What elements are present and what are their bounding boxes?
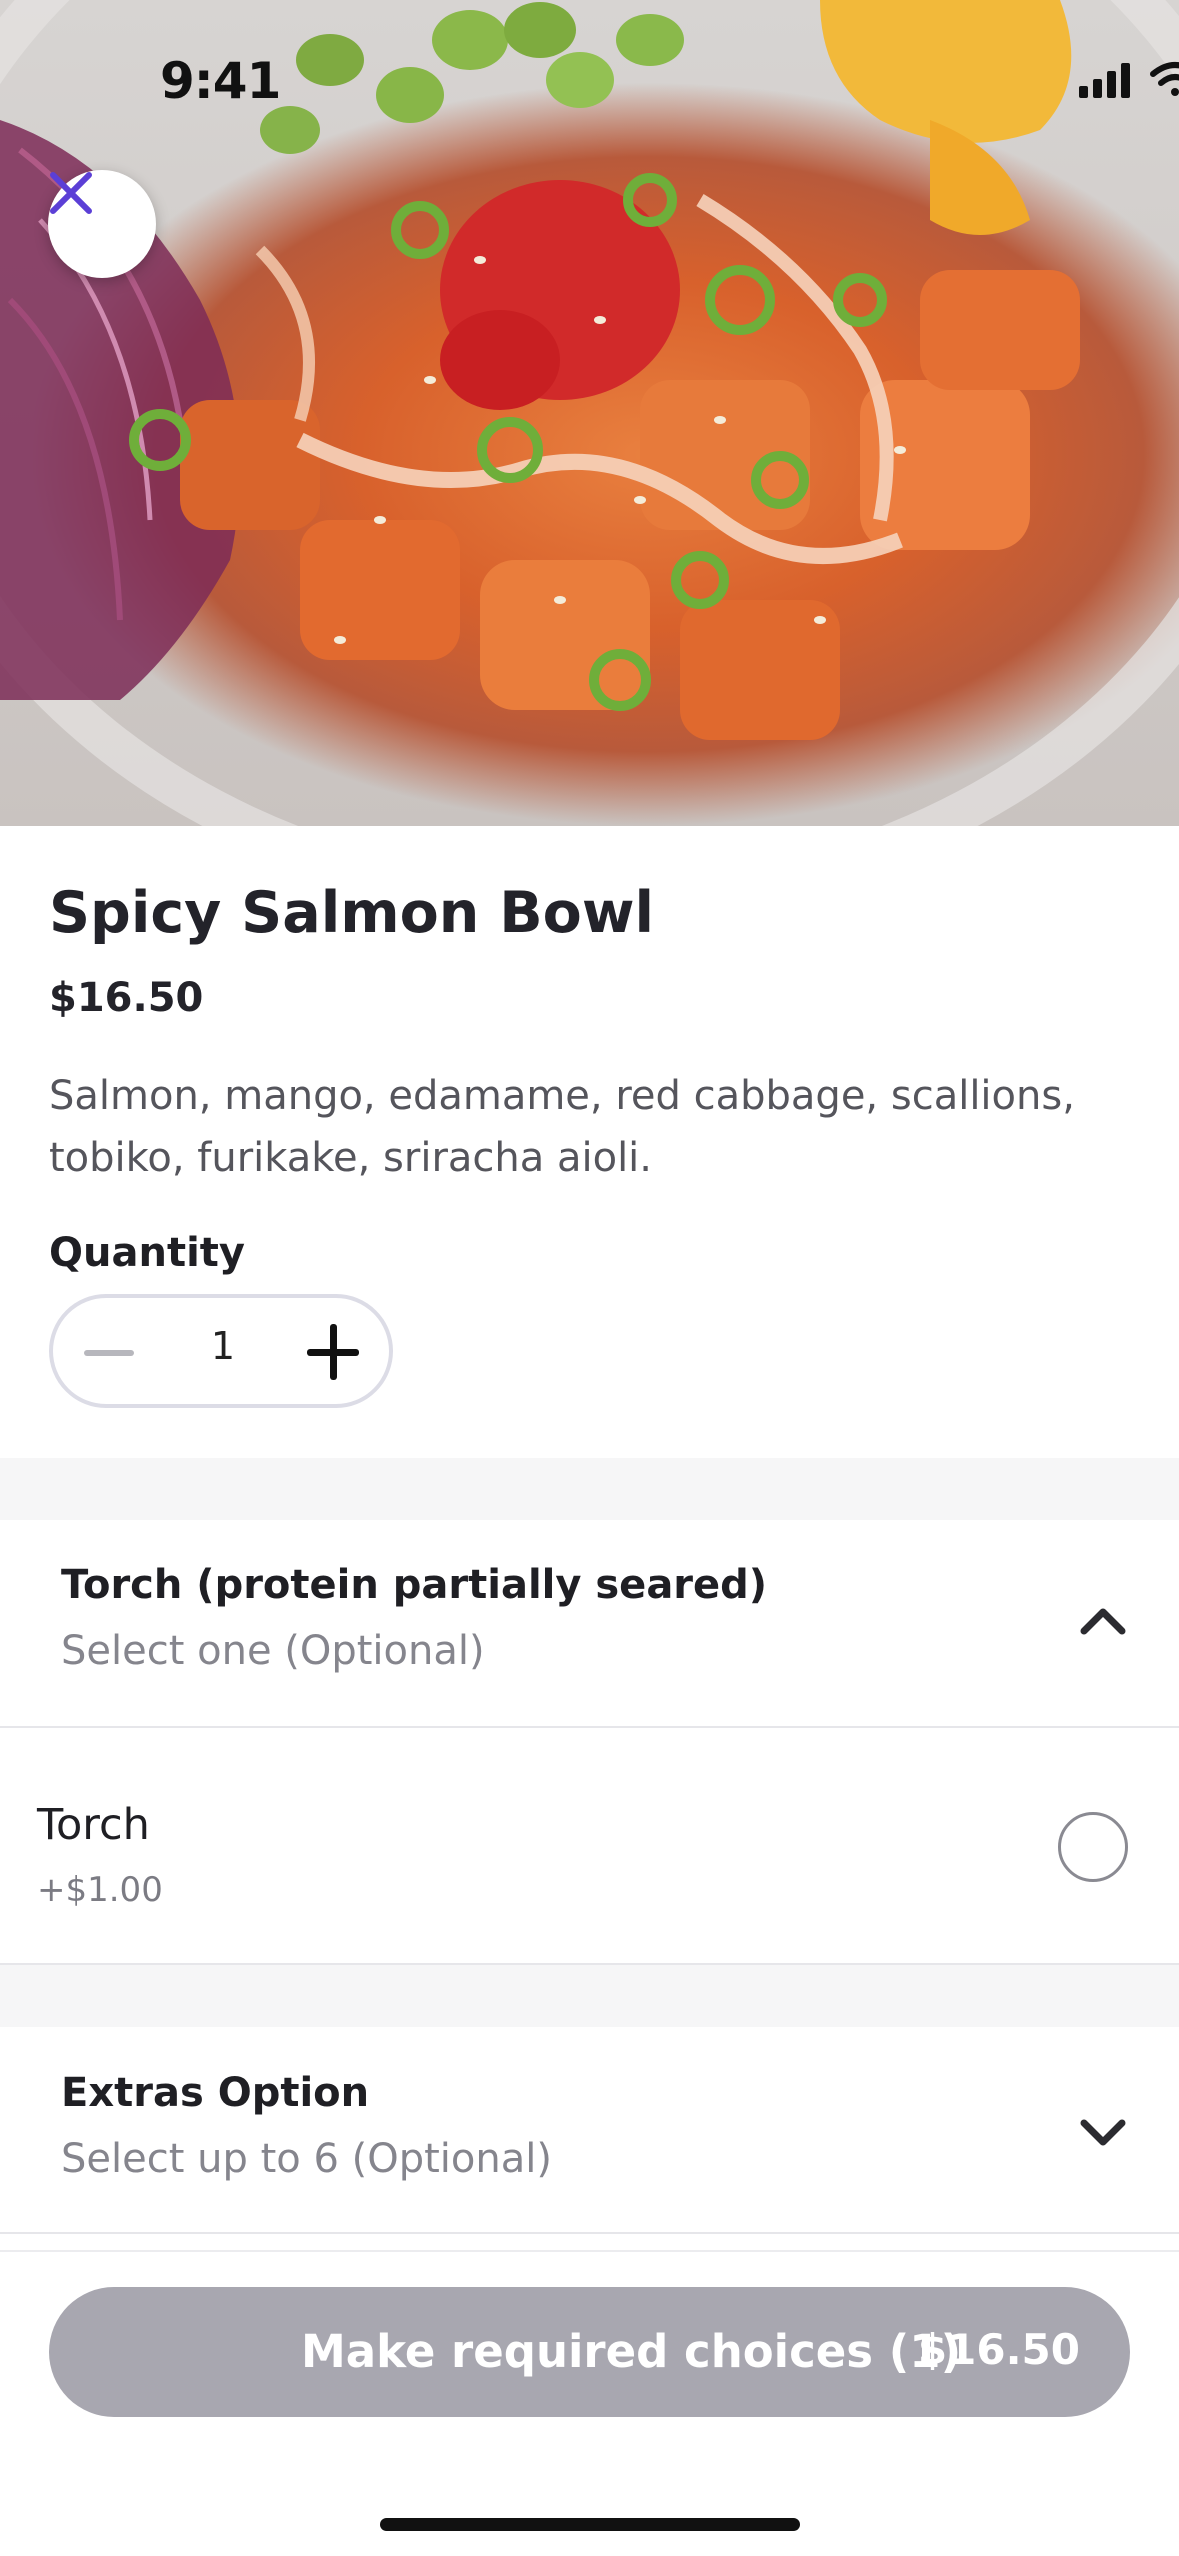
close-button[interactable]: [48, 170, 156, 278]
cta-label: Make required choices (1): [301, 2325, 962, 2378]
option-name: Torch: [37, 1800, 150, 1850]
section-separator: [0, 1458, 1179, 1520]
option-radio[interactable]: [1058, 1812, 1128, 1882]
footer-divider: [0, 2250, 1179, 2252]
quantity-value: 1: [210, 1324, 236, 1368]
quantity-label: Quantity: [49, 1230, 245, 1276]
chevron-up-icon: [1080, 1608, 1126, 1635]
cellular-signal-icon: [1079, 63, 1130, 98]
divider: [0, 1726, 1179, 1728]
section-separator: [0, 1965, 1179, 2027]
option-price: +$1.00: [37, 1870, 163, 1910]
section-subtitle: Select one (Optional): [61, 1628, 485, 1674]
poke-bowl-photo: [0, 0, 1179, 826]
close-icon: [50, 172, 92, 214]
wifi-icon: [1150, 62, 1179, 96]
hero-image: 9:41: [0, 0, 1179, 826]
product-description: Salmon, mango, edamame, red cabbage, sca…: [49, 1073, 1075, 1181]
divider: [0, 2232, 1179, 2234]
home-indicator: [380, 2518, 800, 2531]
add-to-order-button[interactable]: Make required choices (1) $16.50: [49, 2287, 1130, 2417]
section-title: Torch (protein partially seared): [61, 1562, 768, 1608]
product-price: $16.50: [49, 975, 204, 1021]
product-title: Spicy Salmon Bowl: [49, 880, 655, 946]
increment-button[interactable]: [303, 1320, 363, 1384]
section-title: Extras Option: [61, 2070, 370, 2116]
status-time: 9:41: [160, 52, 281, 110]
section-subtitle: Select up to 6 (Optional): [61, 2136, 552, 2182]
decrement-button[interactable]: [81, 1326, 137, 1378]
cta-price: $16.50: [917, 2325, 1080, 2374]
chevron-down-icon: [1080, 2119, 1126, 2146]
quantity-stepper: 1: [49, 1294, 393, 1408]
